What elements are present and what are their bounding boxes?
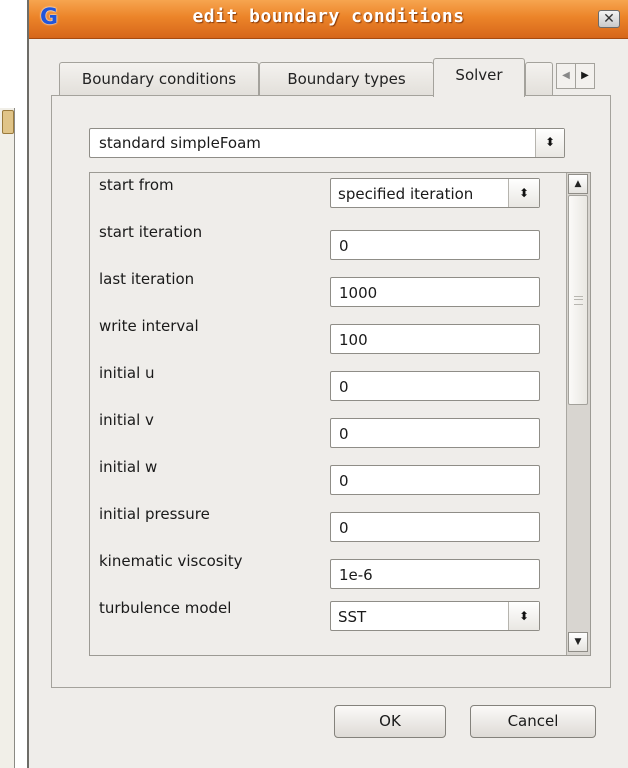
edit-boundary-conditions-dialog: G edit boundary conditions ✕ Boundary co… <box>27 0 628 768</box>
write-interval-label: write interval <box>99 317 199 335</box>
row-kinematic-viscosity: kinematic viscosity 1e-6 <box>90 549 550 589</box>
solver-select[interactable]: standard simpleFoam ⬍ <box>89 128 565 158</box>
background-window <box>0 108 15 768</box>
row-start-iteration: start iteration 0 <box>90 220 550 260</box>
start-from-label: start from <box>99 176 174 194</box>
kinematic-viscosity-label: kinematic viscosity <box>99 552 243 570</box>
row-last-iteration: last iteration 1000 <box>90 267 550 307</box>
turbulence-model-label: turbulence model <box>99 599 232 617</box>
background-window-handle[interactable] <box>2 110 14 134</box>
ok-button[interactable]: OK <box>334 705 446 738</box>
row-initial-u: initial u 0 <box>90 361 550 401</box>
initial-pressure-label: initial pressure <box>99 505 210 523</box>
tab-overflow <box>525 62 553 96</box>
initial-pressure-input[interactable]: 0 <box>330 512 540 542</box>
vertical-scrollbar[interactable]: ▲ ▼ <box>566 173 590 655</box>
select-arrows-icon: ⬍ <box>535 129 564 157</box>
initial-u-input[interactable]: 0 <box>330 371 540 401</box>
write-interval-input[interactable]: 100 <box>330 324 540 354</box>
kinematic-viscosity-input[interactable]: 1e-6 <box>330 559 540 589</box>
last-iteration-input[interactable]: 1000 <box>330 277 540 307</box>
window-title: edit boundary conditions <box>192 6 465 27</box>
scroll-up-icon[interactable]: ▲ <box>568 174 588 194</box>
row-initial-v: initial v 0 <box>90 408 550 448</box>
solver-select-value: standard simpleFoam <box>99 134 261 152</box>
tab-boundary-types[interactable]: Boundary types <box>259 62 434 96</box>
close-button[interactable]: ✕ <box>598 10 620 28</box>
row-start-from: start from specified iteration ⬍ <box>90 173 550 213</box>
start-from-select[interactable]: specified iteration ⬍ <box>330 178 540 208</box>
turbulence-model-value: SST <box>338 608 367 626</box>
tab-boundary-conditions[interactable]: Boundary conditions <box>59 62 259 96</box>
select-arrows-icon: ⬍ <box>508 602 539 630</box>
start-iteration-input[interactable]: 0 <box>330 230 540 260</box>
scrollbar-grip-icon <box>574 296 583 305</box>
scroll-down-icon[interactable]: ▼ <box>568 632 588 652</box>
initial-v-label: initial v <box>99 411 154 429</box>
tab-scroll-right-icon[interactable]: ▶ <box>575 63 595 89</box>
scrollbar-thumb[interactable] <box>568 195 588 405</box>
row-write-interval: write interval 100 <box>90 314 550 354</box>
initial-u-label: initial u <box>99 364 155 382</box>
start-from-value: specified iteration <box>338 185 474 203</box>
solver-settings-scroll-area[interactable]: start from specified iteration ⬍ start i… <box>89 172 591 656</box>
start-iteration-label: start iteration <box>99 223 203 241</box>
row-turbulence-model: turbulence model SST ⬍ <box>90 596 550 636</box>
tab-bar: Boundary conditions Boundary types Solve… <box>51 58 611 97</box>
select-arrows-icon: ⬍ <box>508 179 539 207</box>
initial-w-label: initial w <box>99 458 158 476</box>
row-initial-w: initial w 0 <box>90 455 550 495</box>
turbulence-model-select[interactable]: SST ⬍ <box>330 601 540 631</box>
tab-scroll-left-icon[interactable]: ◀ <box>556 63 576 89</box>
initial-w-input[interactable]: 0 <box>330 465 540 495</box>
row-initial-pressure: initial pressure 0 <box>90 502 550 542</box>
initial-v-input[interactable]: 0 <box>330 418 540 448</box>
last-iteration-label: last iteration <box>99 270 195 288</box>
titlebar[interactable]: G edit boundary conditions ✕ <box>29 0 628 39</box>
tab-solver[interactable]: Solver <box>433 58 525 97</box>
cancel-button[interactable]: Cancel <box>470 705 596 738</box>
